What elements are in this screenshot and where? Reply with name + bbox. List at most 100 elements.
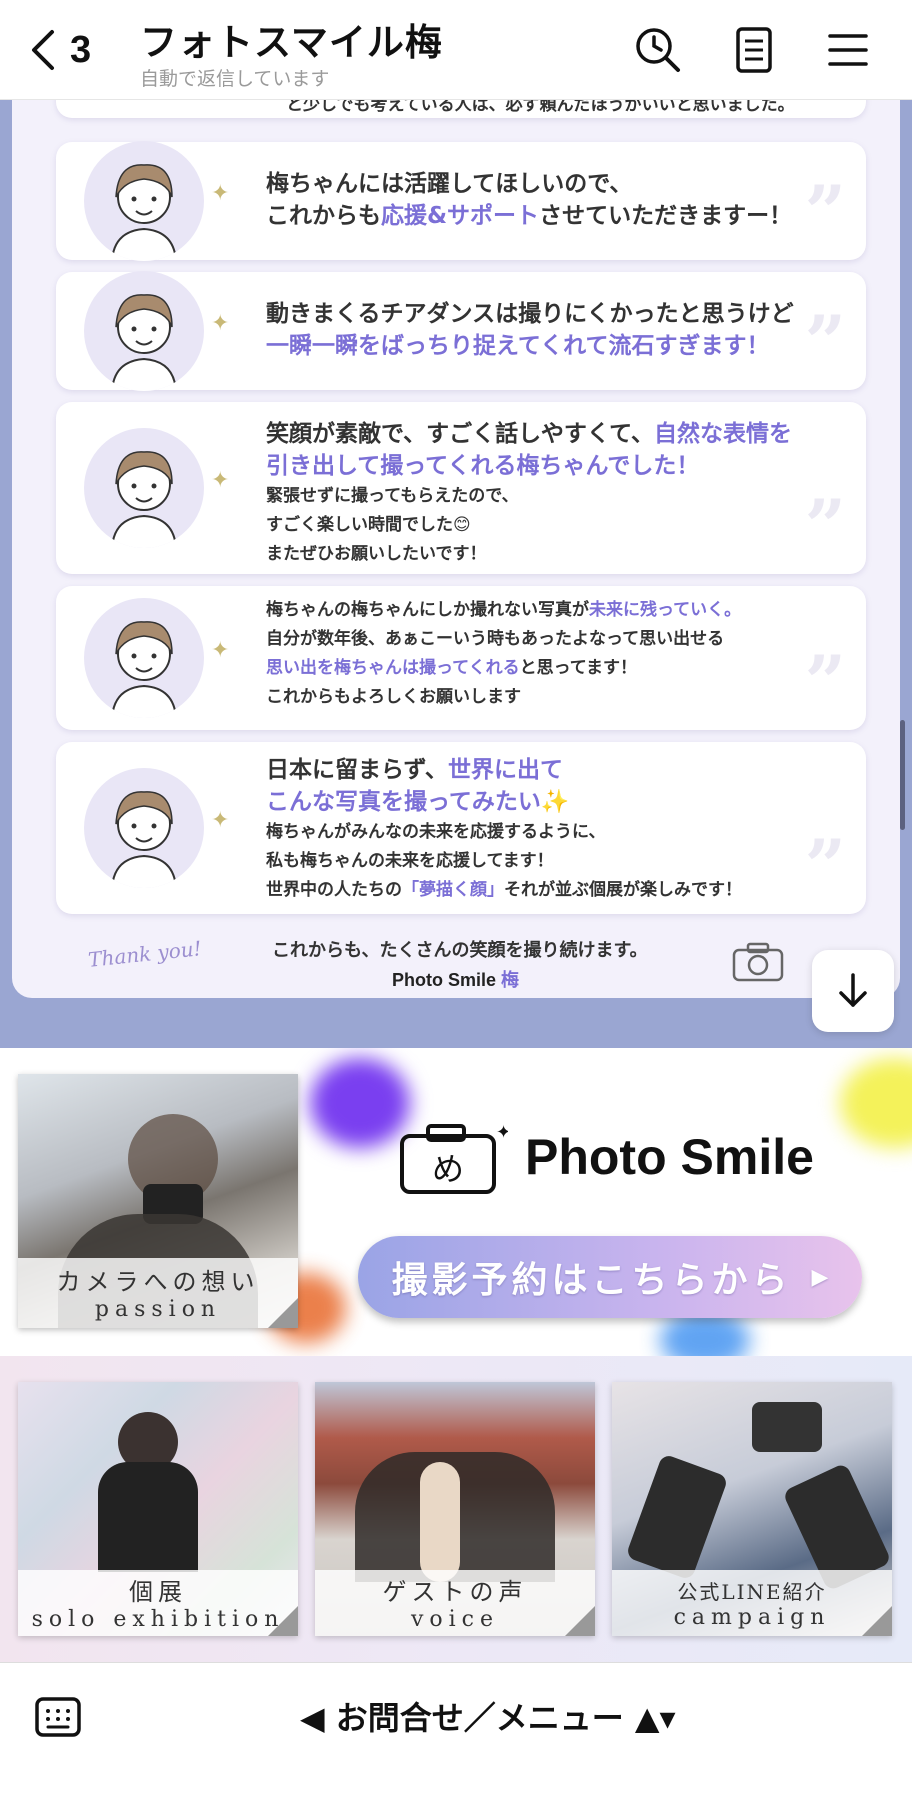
sparkle-icon: ✦ xyxy=(211,181,230,206)
reservation-label: 撮影予約はこちらから xyxy=(391,1260,792,1301)
testimonial-text-run: 日本に留まらず、 xyxy=(266,757,448,783)
svg-text:✦: ✦ xyxy=(496,1122,508,1143)
back-button[interactable]: 3 xyxy=(26,22,91,78)
avatar xyxy=(84,768,204,888)
testimonial-text-run: 自分が数年後、あぁこーいう時もあったよなって思い出せる xyxy=(266,629,725,649)
voice-label-jp: ゲストの声 xyxy=(382,1578,528,1606)
avatar xyxy=(84,598,204,718)
testimonial-line: 日本に留まらず、世界に出て xyxy=(266,754,826,786)
testimonial-text-run: 世界中の人たちの xyxy=(266,880,402,900)
camera-icon xyxy=(732,942,784,982)
testimonial-line: こんな写真を撮ってみたい✨ xyxy=(266,786,826,818)
testimonial-line: 梅ちゃんがみんなの未来を応援するように、 xyxy=(266,818,826,847)
testimonial-line: 一瞬一瞬をばっちり捉えてくれて流石すぎます！ xyxy=(266,330,826,362)
testimonial-panel: ✦ 梅ちゃんの梅ちゃんにしか撮れない写真が未来に残っていく。 自分が数年後、あぁこー… xyxy=(56,586,866,730)
testimonial-highlight: 応援&サポート xyxy=(381,203,540,229)
testimonial-panel: ✦ 笑顔が素敵で、すごく話しやすくて、自然な表情を 引き出して撮ってくれる梅ちゃんで… xyxy=(56,402,866,574)
quote-mark-icon: ” xyxy=(804,483,846,568)
testimonial-text-run: これからもよろしくお願いします xyxy=(266,687,521,707)
reservation-button[interactable]: 撮影予約はこちらから ▶ xyxy=(358,1236,862,1318)
quote-mark-icon: ” xyxy=(804,169,846,254)
voice-label: ゲストの声 voice xyxy=(315,1570,595,1636)
testimonial-highlight: 自然な表情を xyxy=(654,421,793,447)
footer-message: これからも、たくさんの笑顔を撮り続けます。 xyxy=(272,940,648,961)
solo-exhibition-label: 個展 solo exhibition xyxy=(18,1570,298,1636)
chat-area[interactable]: と少しでも考えている人は、必ず頼んだほうがいいと思いました。 ✦ 梅ちゃんには活躍… xyxy=(0,100,912,1048)
testimonial-highlight: 未来に残っていく。 xyxy=(589,600,742,620)
menu-tiles-band: 個展 solo exhibition ゲストの声 voice 公式LINE紹介 … xyxy=(0,1356,912,1662)
testimonial-highlight: こんな写真を撮ってみたい✨ xyxy=(266,789,570,815)
unread-count: 3 xyxy=(70,28,92,71)
campaign-tile[interactable]: 公式LINE紹介 campaign xyxy=(612,1382,892,1636)
testimonial-text-run: 梅ちゃんがみんなの未来を応援するように、 xyxy=(266,822,606,842)
keyboard-button[interactable] xyxy=(34,1693,82,1741)
campaign-label-en: campaign xyxy=(673,1605,831,1630)
campaign-label-jp: 公式LINE紹介 xyxy=(677,1580,827,1604)
passion-label-en: passion xyxy=(94,1297,222,1322)
testimonial-text-run: 梅ちゃんには活躍してほしいので、 xyxy=(266,171,633,197)
testimonial-text-run: すごく楽しい時間でした😊 xyxy=(266,515,471,535)
decor-blob xyxy=(840,1058,912,1148)
testimonial-panel: ✦ 動きまくるチアダンスは撮りにくかったと思うけど 一瞬一瞬をばっちり捉えてくれて流… xyxy=(56,271,866,391)
testimonial-highlight: 引き出して撮ってくれる梅ちゃんでした！ xyxy=(266,453,700,479)
testimonial-highlight: 一瞬一瞬をばっちり捉えてくれて流石すぎます！ xyxy=(266,333,770,359)
message-image-card[interactable]: と少しでも考えている人は、必ず頼んだほうがいいと思いました。 ✦ 梅ちゃんには活躍… xyxy=(12,100,900,998)
tile-corner-decor xyxy=(565,1606,595,1636)
bottom-bar: ◀ お問合せ／メニュー ▲▾ xyxy=(0,1662,912,1796)
solo-exhibition-tile[interactable]: 個展 solo exhibition xyxy=(18,1382,298,1636)
testimonial-text-run: 私も梅ちゃんの未来を応援してます！ xyxy=(266,851,554,871)
testimonial-line: すごく楽しい時間でした😊 xyxy=(266,511,826,540)
testimonial-line: 笑顔が素敵で、すごく話しやすくて、自然な表情を xyxy=(266,418,826,450)
chat-header: 3 フォトスマイル梅 自動で返信しています xyxy=(0,0,912,100)
testimonial-highlight: 「夢描く顔」 xyxy=(402,880,504,900)
testimonial-text-run: させていただきますー！ xyxy=(539,203,793,229)
search-clock-icon xyxy=(636,28,680,72)
line-chat-screen: 3 フォトスマイル梅 自動で返信しています と少しでも考えている人は、必ず頼んだ… xyxy=(0,0,912,1796)
testimonial-line: 自分が数年後、あぁこーいう時もあったよなって思い出せる xyxy=(266,625,826,654)
voice-label-en: voice xyxy=(410,1607,500,1632)
avatar xyxy=(84,428,204,548)
avatar xyxy=(84,141,204,261)
quote-mark-icon: ” xyxy=(804,299,846,384)
solo-exhibition-label-en: solo exhibition xyxy=(31,1607,285,1632)
scroll-to-bottom-button[interactable] xyxy=(812,950,894,1032)
footer-brand: Photo Smile 梅 xyxy=(392,966,519,992)
note-icon xyxy=(736,27,772,73)
chat-title: フォトスマイル梅 xyxy=(140,21,443,64)
testimonial-panel: ✦ 日本に留まらず、世界に出て こんな写真を撮ってみたい✨ 梅ちゃんがみんなの未来を応… xyxy=(56,742,866,914)
tile-corner-decor xyxy=(268,1606,298,1636)
testimonial-line: 私も梅ちゃんの未来を応援してます！ xyxy=(266,847,826,876)
testimonial-line: 動きまくるチアダンスは撮りにくかったと思うけど xyxy=(266,298,826,330)
rich-menu-toggle[interactable]: ◀ お問合せ／メニュー ▲▾ xyxy=(300,1693,676,1739)
testimonial-line: これからも応援&サポートさせていただきますー！ xyxy=(266,200,826,232)
testimonial-highlight: 思い出を梅ちゃんは撮ってくれる xyxy=(266,658,520,678)
passion-tile[interactable]: カメラへの想い passion xyxy=(18,1074,298,1328)
card-footer: Thank you! これからも、たくさんの笑顔を撮り続けます。 Photo S… xyxy=(12,922,900,998)
testimonial-text: 日本に留まらず、世界に出てこんな写真を撮ってみたい✨ 梅ちゃんがみんなの未来を応援… xyxy=(266,754,826,905)
thank-you-script: Thank you! xyxy=(87,936,203,972)
testimonial-highlight: 世界に出て xyxy=(447,757,563,783)
testimonial-text-run: 緊張せずに撮ってもらえたので、 xyxy=(266,486,519,506)
photo-smile-logo-icon: め ✦ xyxy=(400,1122,508,1194)
testimonial-line: 世界中の人たちの「夢描く顔」それが並ぶ個展が楽しみです！ xyxy=(266,876,826,905)
play-triangle-icon: ▶ xyxy=(811,1264,829,1290)
campaign-label: 公式LINE紹介 campaign xyxy=(612,1570,892,1636)
testimonial-panel: ✦ 梅ちゃんには活躍してほしいので、これからも応援&サポートさせていただきますー！… xyxy=(56,141,866,261)
footer-brand-name: Photo Smile xyxy=(392,970,497,990)
quote-mark-icon: ” xyxy=(804,823,846,908)
voice-tile[interactable]: ゲストの声 voice xyxy=(315,1382,595,1636)
keyboard-icon xyxy=(35,1697,81,1737)
testimonial-text: 梅ちゃんには活躍してほしいので、これからも応援&サポートさせていただきますー！ xyxy=(266,168,826,232)
testimonial-text: 梅ちゃんの梅ちゃんにしか撮れない写真が未来に残っていく。 自分が数年後、あぁこーい… xyxy=(266,596,826,712)
svg-text:め: め xyxy=(432,1150,464,1188)
testimonial-text-run: またぜひお願いしたいです！ xyxy=(266,544,487,564)
menu-button[interactable] xyxy=(822,24,874,76)
testimonial-text-run: 動きまくるチアダンスは撮りにくかったと思うけど xyxy=(266,301,794,327)
search-button[interactable] xyxy=(632,24,684,76)
notes-button[interactable] xyxy=(728,24,780,76)
sparkle-icon: ✦ xyxy=(211,638,230,663)
chat-scrollbar[interactable] xyxy=(900,720,905,830)
testimonial-panel-partial: と少しでも考えている人は、必ず頼んだほうがいいと思いました。 xyxy=(56,100,866,118)
rich-menu: カメラへの想い passion め ✦ Photo Smile 撮影予約はこちら… xyxy=(0,1048,912,1662)
footer-brand-accent: 梅 xyxy=(501,970,520,991)
